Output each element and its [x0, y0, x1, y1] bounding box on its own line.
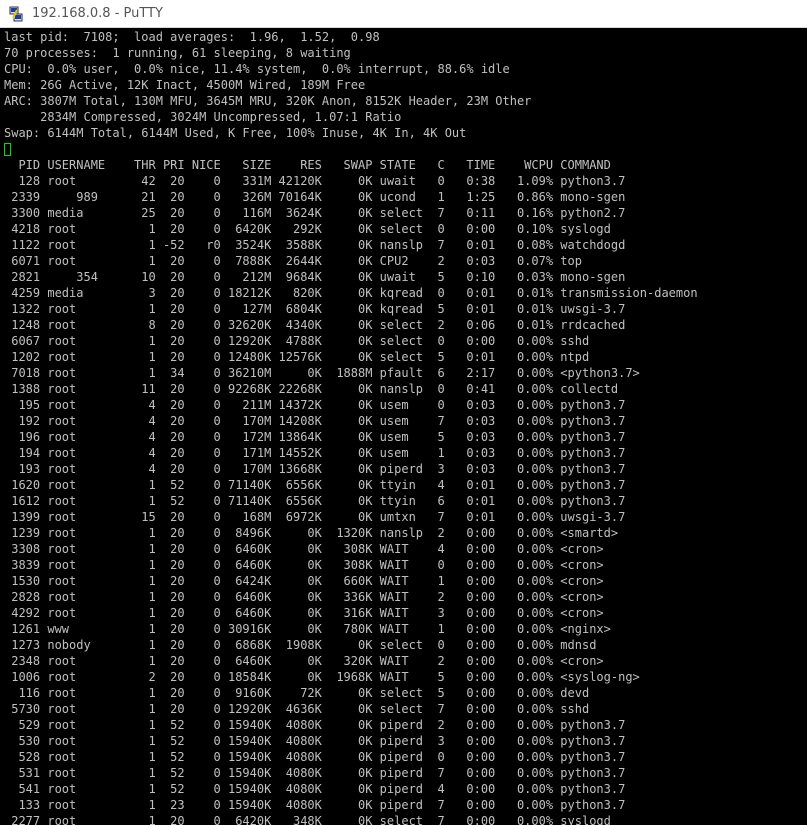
process-row: 4292 root 1 20 0 6460K 0K 316K WAIT 3 0:…	[4, 606, 604, 620]
terminal-output: last pid: 7108; load averages: 1.96, 1.5…	[4, 29, 698, 825]
process-row: 1322 root 1 20 0 127M 6804K 0K kqread 5 …	[4, 302, 626, 316]
process-table-header: PID USERNAME THR PRI NICE SIZE RES SWAP …	[4, 158, 611, 172]
process-row: 7018 root 1 34 0 36210M 0K 1888M pfault …	[4, 366, 640, 380]
terminal-area[interactable]: last pid: 7108; load averages: 1.96, 1.5…	[0, 28, 807, 825]
process-row: 1530 root 1 20 0 6424K 0K 660K WAIT 1 0:…	[4, 574, 604, 588]
process-row: 6067 root 1 20 0 12920K 4788K 0K select …	[4, 334, 590, 348]
process-row: 6071 root 1 20 0 7888K 2644K 0K CPU2 2 0…	[4, 254, 582, 268]
process-row: 541 root 1 52 0 15940K 4080K 0K piperd 4…	[4, 782, 626, 796]
process-row: 1620 root 1 52 0 71140K 6556K 0K ttyin 4…	[4, 478, 626, 492]
summary-line: ARC: 3807M Total, 130M MFU, 3645M MRU, 3…	[4, 94, 532, 108]
process-row: 530 root 1 52 0 15940K 4080K 0K piperd 3…	[4, 734, 626, 748]
process-row: 3839 root 1 20 0 6460K 0K 308K WAIT 0 0:…	[4, 558, 604, 572]
process-row: 2339 989 21 20 0 326M 70164K 0K ucond 1 …	[4, 190, 626, 204]
process-row: 3308 root 1 20 0 6460K 0K 308K WAIT 4 0:…	[4, 542, 604, 556]
process-row: 528 root 1 52 0 15940K 4080K 0K piperd 0…	[4, 750, 626, 764]
process-row: 133 root 1 23 0 15940K 4080K 0K piperd 7…	[4, 798, 626, 812]
terminal-cursor	[4, 143, 11, 156]
process-row: 195 root 4 20 0 211M 14372K 0K usem 0 0:…	[4, 398, 626, 412]
summary-line: 70 processes: 1 running, 61 sleeping, 8 …	[4, 46, 351, 60]
process-row: 1261 www 1 20 0 30916K 0K 780K WAIT 1 0:…	[4, 622, 611, 636]
process-row: 1273 nobody 1 20 0 6868K 1908K 0K select…	[4, 638, 597, 652]
process-row: 4218 root 1 20 0 6420K 292K 0K select 0 …	[4, 222, 611, 236]
process-row: 194 root 4 20 0 171M 14552K 0K usem 1 0:…	[4, 446, 626, 460]
title-bar[interactable]: 192.168.0.8 - PuTTY	[0, 0, 807, 28]
summary-line: 2834M Compressed, 3024M Uncompressed, 1.…	[4, 110, 402, 124]
process-row: 1248 root 8 20 0 32620K 4340K 0K select …	[4, 318, 626, 332]
process-row: 1612 root 1 52 0 71140K 6556K 0K ttyin 6…	[4, 494, 626, 508]
process-row: 1399 root 15 20 0 168M 6972K 0K umtxn 7 …	[4, 510, 626, 524]
process-row: 193 root 4 20 0 170M 13668K 0K piperd 3 …	[4, 462, 626, 476]
summary-line: last pid: 7108; load averages: 1.96, 1.5…	[4, 30, 380, 44]
process-row: 2277 root 1 20 0 6420K 348K 0K select 7 …	[4, 814, 611, 825]
process-row: 531 root 1 52 0 15940K 4080K 0K piperd 7…	[4, 766, 626, 780]
process-row: 3300 media 25 20 0 116M 3624K 0K select …	[4, 206, 626, 220]
process-row: 2821 354 10 20 0 212M 9684K 0K uwait 5 0…	[4, 270, 626, 284]
process-row: 116 root 1 20 0 9160K 72K 0K select 5 0:…	[4, 686, 590, 700]
process-row: 529 root 1 52 0 15940K 4080K 0K piperd 2…	[4, 718, 626, 732]
process-row: 192 root 4 20 0 170M 14208K 0K usem 7 0:…	[4, 414, 626, 428]
process-row: 2828 root 1 20 0 6460K 0K 336K WAIT 2 0:…	[4, 590, 604, 604]
summary-line: CPU: 0.0% user, 0.0% nice, 11.4% system,…	[4, 62, 510, 76]
process-row: 5730 root 1 20 0 12920K 4636K 0K select …	[4, 702, 590, 716]
process-row: 196 root 4 20 0 172M 13864K 0K usem 5 0:…	[4, 430, 626, 444]
summary-line: Mem: 26G Active, 12K Inact, 4500M Wired,…	[4, 78, 366, 92]
process-row: 1388 root 11 20 0 92268K 22268K 0K nansl…	[4, 382, 619, 396]
process-row: 1239 root 1 20 0 8496K 0K 1320K nanslp 2…	[4, 526, 619, 540]
process-row: 2348 root 1 20 0 6460K 0K 320K WAIT 2 0:…	[4, 654, 604, 668]
process-row: 4259 media 3 20 0 18212K 820K 0K kqread …	[4, 286, 698, 300]
process-row: 1006 root 2 20 0 18584K 0K 1968K WAIT 5 …	[4, 670, 640, 684]
process-row: 1202 root 1 20 0 12480K 12576K 0K select…	[4, 350, 590, 364]
putty-icon	[9, 6, 23, 22]
process-row: 1122 root 1 -52 r0 3524K 3588K 0K nanslp…	[4, 238, 626, 252]
summary-line: Swap: 6144M Total, 6144M Used, K Free, 1…	[4, 126, 467, 140]
process-row: 128 root 42 20 0 331M 42120K 0K uwait 0 …	[4, 174, 626, 188]
window-title: 192.168.0.8 - PuTTY	[32, 6, 163, 21]
